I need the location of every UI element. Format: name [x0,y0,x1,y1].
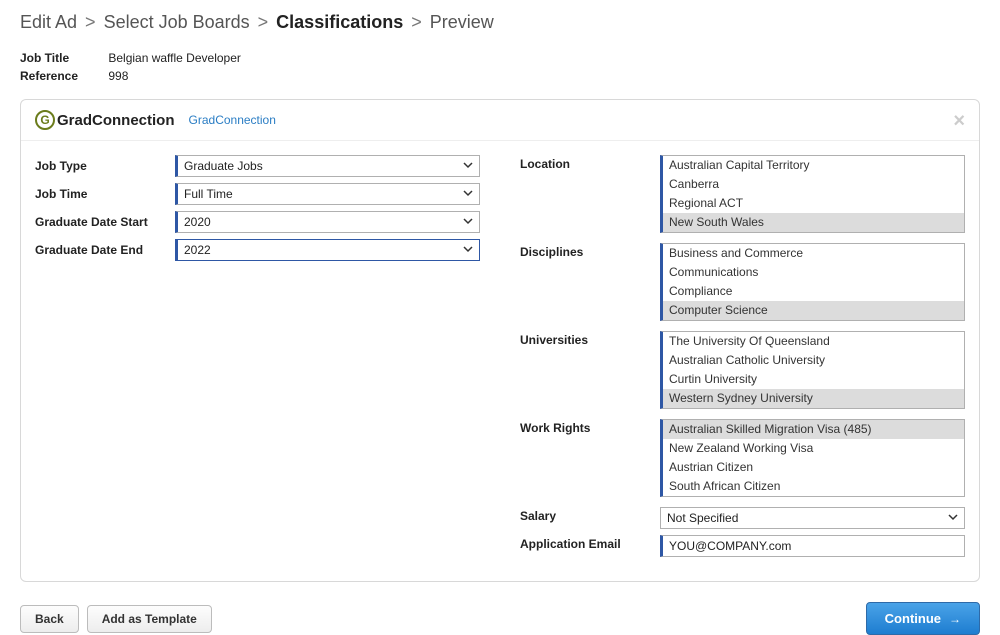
list-item[interactable]: Australian Skilled Migration Visa (485) [663,420,964,439]
logo-badge-icon: G [35,110,55,130]
close-icon[interactable]: × [953,110,965,133]
arrow-right-icon: → [949,612,961,626]
list-item[interactable]: New South Wales [663,213,964,232]
job-type-label: Job Type [35,159,175,173]
reference-label: Reference [20,69,105,83]
chevron-down-icon [463,243,473,257]
logo-text: GradConnection [57,112,175,129]
right-column: Location Australian Capital Territory Ca… [520,155,965,563]
job-time-value: Full Time [184,187,233,201]
list-item[interactable]: Australian Capital Territory [663,156,964,175]
application-email-input[interactable]: YOU@COMPANY.com [660,535,965,557]
universities-label: Universities [520,331,660,409]
breadcrumb-item-classifications[interactable]: Classifications [276,12,403,33]
continue-button[interactable]: Continue → [866,602,980,635]
chevron-down-icon [463,215,473,229]
chevron-down-icon [948,511,958,525]
list-item[interactable]: New Zealand Working Visa [663,439,964,458]
graduate-date-end-label: Graduate Date End [35,243,175,257]
gradconnection-link[interactable]: GradConnection [189,113,276,127]
universities-listbox[interactable]: The University Of Queensland Australian … [660,331,965,409]
panel-header: G GradConnection GradConnection × [21,100,979,141]
job-type-value: Graduate Jobs [184,159,263,173]
footer-actions: Back Add as Template Continue → [20,602,980,635]
breadcrumb-separator: > [85,12,96,33]
job-type-select[interactable]: Graduate Jobs [175,155,480,177]
list-item[interactable]: Australian Catholic University [663,351,964,370]
graduate-date-end-value: 2022 [184,243,211,257]
job-meta: Job Title Belgian waffle Developer Refer… [20,51,980,83]
list-item[interactable]: The University Of Queensland [663,332,964,351]
list-item[interactable]: Business and Commerce [663,244,964,263]
list-item[interactable]: Canberra [663,175,964,194]
location-label: Location [520,155,660,233]
list-item[interactable]: Regional ACT [663,194,964,213]
classification-panel: G GradConnection GradConnection × Job Ty… [20,99,980,582]
list-item[interactable]: Communications [663,263,964,282]
job-title-label: Job Title [20,51,105,65]
graduate-date-start-value: 2020 [184,215,211,229]
application-email-value: YOU@COMPANY.com [669,539,791,553]
chevron-down-icon [463,187,473,201]
salary-value: Not Specified [667,511,738,525]
job-title-value: Belgian waffle Developer [108,51,241,65]
gradconnection-logo: G GradConnection [35,110,175,130]
job-time-label: Job Time [35,187,175,201]
list-item[interactable]: Western Sydney University [663,389,964,408]
breadcrumb-separator: > [411,12,422,33]
breadcrumb-item-edit-ad[interactable]: Edit Ad [20,12,77,33]
application-email-label: Application Email [520,535,660,557]
graduate-date-end-select[interactable]: 2022 [175,239,480,261]
list-item[interactable]: Computer Science [663,301,964,320]
work-rights-label: Work Rights [520,419,660,497]
breadcrumb-separator: > [258,12,269,33]
breadcrumb-item-select-job-boards[interactable]: Select Job Boards [104,12,250,33]
back-button[interactable]: Back [20,605,79,633]
disciplines-listbox[interactable]: Business and Commerce Communications Com… [660,243,965,321]
breadcrumb: Edit Ad > Select Job Boards > Classifica… [20,12,980,33]
work-rights-listbox[interactable]: Australian Skilled Migration Visa (485) … [660,419,965,497]
list-item[interactable]: Austrian Citizen [663,458,964,477]
salary-select[interactable]: Not Specified [660,507,965,529]
breadcrumb-item-preview[interactable]: Preview [430,12,494,33]
salary-label: Salary [520,507,660,529]
chevron-down-icon [463,159,473,173]
graduate-date-start-label: Graduate Date Start [35,215,175,229]
disciplines-label: Disciplines [520,243,660,321]
left-column: Job Type Graduate Jobs Job Time Full Tim… [35,155,480,563]
add-as-template-button[interactable]: Add as Template [87,605,212,633]
reference-value: 998 [108,69,128,83]
location-listbox[interactable]: Australian Capital Territory Canberra Re… [660,155,965,233]
job-time-select[interactable]: Full Time [175,183,480,205]
graduate-date-start-select[interactable]: 2020 [175,211,480,233]
list-item[interactable]: Compliance [663,282,964,301]
continue-label: Continue [885,611,941,626]
list-item[interactable]: South African Citizen [663,477,964,496]
list-item[interactable]: Curtin University [663,370,964,389]
